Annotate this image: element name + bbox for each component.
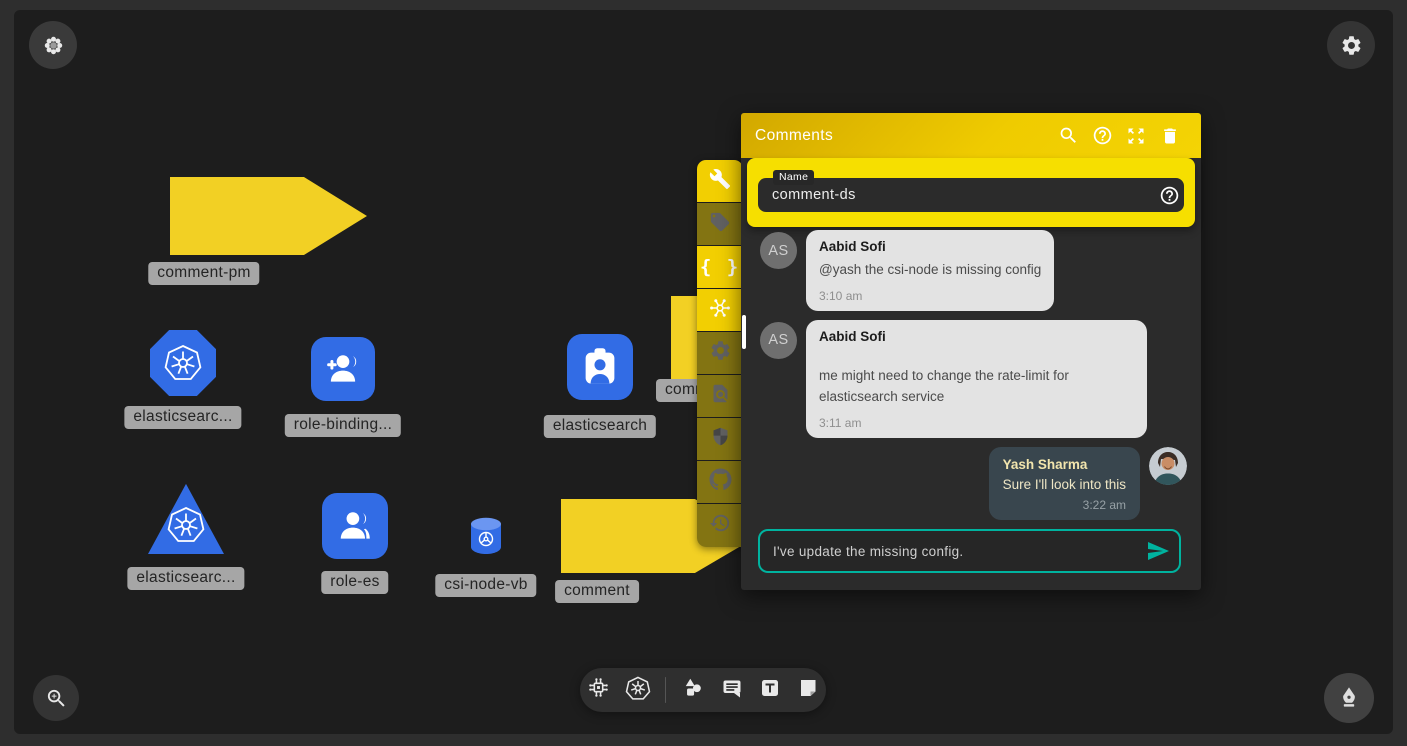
node-role-binding[interactable] <box>311 337 375 401</box>
cylinder-icon <box>465 516 507 556</box>
history-icon <box>709 512 731 539</box>
settings-button[interactable] <box>1327 21 1375 69</box>
comment-thread[interactable]: AS Aabid Sofi @yash the csi-node is missin… <box>741 227 1201 528</box>
trash-icon[interactable] <box>1153 123 1187 149</box>
shield-icon <box>710 426 731 452</box>
message-time: 3:11 am <box>819 416 1134 430</box>
toolbar-button-hub[interactable] <box>697 289 743 332</box>
name-field: Name <box>758 178 1184 212</box>
comments-panel-header[interactable]: Comments <box>741 113 1201 158</box>
comments-panel: Comments Name AS Aabid Sofi @yash the csi-… <box>741 113 1201 590</box>
message-bubble: Yash Sharma Sure I'll look into this 3:22 … <box>989 447 1140 520</box>
help-icon[interactable] <box>1085 123 1119 149</box>
dock-item-circuit[interactable] <box>586 675 611 705</box>
panel-title: Comments <box>755 127 1051 145</box>
message-author: Yash Sharma <box>1003 457 1126 472</box>
toolbar-button-gear[interactable] <box>697 332 743 375</box>
kanvas-logo-icon <box>42 34 65 57</box>
toolbar-button-github[interactable] <box>697 461 743 504</box>
circuit-icon <box>586 675 611 705</box>
toolbar-button-doc-search[interactable] <box>697 375 743 418</box>
expand-icon[interactable] <box>1119 123 1153 149</box>
comment-lines-icon <box>720 676 744 705</box>
message-text: Sure I'll look into this <box>1003 477 1126 492</box>
toolbar-button-shield[interactable] <box>697 418 743 461</box>
message-author: Aabid Sofi <box>819 329 1134 344</box>
dock-divider <box>665 677 667 703</box>
id-badge-icon <box>580 346 620 388</box>
name-field-section: Name <box>747 158 1195 227</box>
shapes-icon <box>680 675 706 706</box>
node-label: elasticsearc... <box>124 406 241 429</box>
node-label: comment-pm <box>148 262 259 285</box>
person-plus-icon <box>324 350 362 388</box>
comment-input[interactable] <box>760 544 1137 559</box>
message-text: @yash the csi-node is missing config <box>819 260 1041 281</box>
node-role-es[interactable] <box>322 493 388 559</box>
text-icon <box>758 676 782 705</box>
node-label: elasticsearc... <box>127 567 244 590</box>
node-label: comment <box>555 580 639 603</box>
wheel-outline-icon <box>166 505 206 545</box>
dock-item-text[interactable] <box>758 676 782 705</box>
wheel-outline-icon <box>163 343 203 383</box>
hub-icon <box>708 296 732 325</box>
node-label: role-binding... <box>285 414 401 437</box>
dock-item-kubernetes[interactable] <box>625 675 651 706</box>
message-author: Aabid Sofi <box>819 239 1041 254</box>
toolbar-button-wrench[interactable] <box>697 160 743 203</box>
zoom-in-icon <box>45 687 68 710</box>
message-time: 3:10 am <box>819 289 1041 303</box>
comment-input-field <box>758 529 1181 573</box>
kanvas-logo-button[interactable] <box>29 21 77 69</box>
gear-icon <box>709 339 732 367</box>
name-help-icon[interactable] <box>1154 185 1184 206</box>
pen-nib-icon <box>1336 685 1362 711</box>
dock-item-shapes[interactable] <box>680 675 706 706</box>
node-elasticsearch[interactable] <box>567 334 633 400</box>
avatar <box>1149 447 1187 485</box>
name-input[interactable] <box>758 187 1154 203</box>
person-icon <box>336 507 374 545</box>
message-text: me might need to change the rate-limit f… <box>819 366 1134 408</box>
message-time: 3:22 am <box>1003 498 1126 512</box>
dock-item-comment-lines[interactable] <box>720 676 744 705</box>
kubernetes-icon <box>625 675 651 706</box>
toolbar-button-tag[interactable] <box>697 203 743 246</box>
kanvas-app: { "colors": { "accent_teal": "#00B39F", … <box>0 0 1407 746</box>
node-elasticsearc[interactable] <box>150 330 216 396</box>
comment-message: Yash Sharma Sure I'll look into this 3:22 … <box>760 447 1187 520</box>
zoom-in-button[interactable] <box>33 675 79 721</box>
node-label: role-es <box>321 571 388 594</box>
comment-message: AS Aabid Sofi @yash the csi-node is missin… <box>760 230 1187 311</box>
github-icon <box>709 468 732 496</box>
doc-search-icon <box>710 383 731 409</box>
avatar: AS <box>760 322 797 359</box>
braces-icon: { } <box>700 256 740 278</box>
node-label: csi-node-vb <box>435 574 536 597</box>
node-label: elasticsearch <box>544 415 656 438</box>
comment-message: AS Aabid Sofi me might need to change the … <box>760 320 1187 438</box>
message-bubble: Aabid Sofi me might need to change the ra… <box>806 320 1147 438</box>
toolbar-button-braces[interactable]: { } <box>697 246 743 289</box>
send-icon[interactable] <box>1137 539 1179 563</box>
message-bubble: Aabid Sofi @yash the csi-node is missing … <box>806 230 1054 311</box>
name-field-label: Name <box>773 170 814 185</box>
note-icon <box>796 676 820 705</box>
comment-input-area <box>741 528 1201 590</box>
wrench-icon <box>709 168 731 195</box>
node-action-toolbar: { } <box>697 160 743 547</box>
dock-item-note[interactable] <box>796 676 820 705</box>
bottom-dock <box>580 668 826 712</box>
tag-icon <box>709 211 731 238</box>
gear-icon <box>1340 34 1363 57</box>
search-icon[interactable] <box>1051 123 1085 149</box>
scrollbar-thumb[interactable] <box>742 315 746 349</box>
node-csi-node-vb[interactable] <box>465 516 507 556</box>
toolbar-button-history[interactable] <box>697 504 743 547</box>
pen-tool-button[interactable] <box>1324 673 1374 723</box>
avatar: AS <box>760 232 797 269</box>
